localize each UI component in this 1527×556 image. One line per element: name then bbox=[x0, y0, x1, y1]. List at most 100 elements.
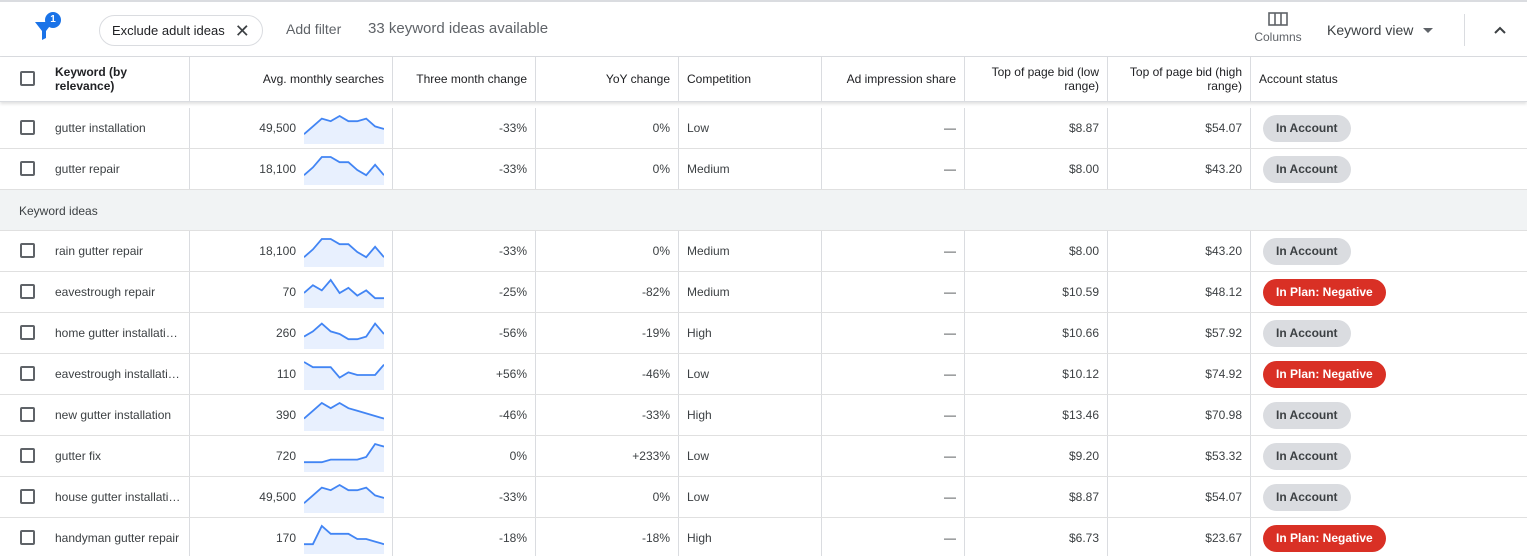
column-divider bbox=[1107, 231, 1108, 271]
column-divider bbox=[1250, 272, 1251, 312]
header-bid-high[interactable]: Top of page bid (high range) bbox=[1108, 57, 1242, 101]
row-checkbox[interactable] bbox=[20, 243, 35, 258]
column-divider bbox=[821, 477, 822, 517]
row-checkbox[interactable] bbox=[20, 284, 35, 299]
select-all-checkbox[interactable] bbox=[20, 71, 35, 86]
column-divider bbox=[678, 231, 679, 271]
impression-share-cell: — bbox=[944, 531, 956, 545]
column-divider bbox=[821, 272, 822, 312]
table-row[interactable]: gutter repair 18,100 -33% 0% Medium — $8.00 $43… bbox=[0, 149, 1527, 190]
impression-share-cell: — bbox=[944, 326, 956, 340]
column-divider bbox=[1107, 518, 1108, 556]
bid-high-cell: $43.20 bbox=[1205, 244, 1242, 258]
keyword-cell: handyman gutter repair bbox=[55, 531, 180, 545]
table-row[interactable]: handyman gutter repair 170 -18% -18% High — $6… bbox=[0, 518, 1527, 556]
row-checkbox[interactable] bbox=[20, 489, 35, 504]
column-divider bbox=[1250, 313, 1251, 353]
three-month-change-cell: +56% bbox=[495, 367, 527, 381]
competition-cell: Medium bbox=[687, 285, 730, 299]
keyword-view-dropdown[interactable]: Keyword view bbox=[1327, 22, 1434, 38]
header-competition[interactable]: Competition bbox=[687, 57, 817, 101]
status-badge[interactable]: In Account bbox=[1263, 402, 1351, 429]
column-divider bbox=[678, 108, 679, 148]
status-badge[interactable]: In Plan: Negative bbox=[1263, 361, 1386, 388]
column-divider bbox=[535, 436, 536, 476]
competition-cell: Medium bbox=[687, 162, 730, 176]
header-account-status[interactable]: Account status bbox=[1259, 57, 1399, 101]
three-month-change-cell: -33% bbox=[498, 244, 527, 258]
row-checkbox[interactable] bbox=[20, 407, 35, 422]
close-icon[interactable]: ✕ bbox=[235, 22, 250, 40]
row-checkbox[interactable] bbox=[20, 530, 35, 545]
table-row[interactable]: home gutter installati… 260 -56% -19% High — $… bbox=[0, 313, 1527, 354]
row-checkbox[interactable] bbox=[20, 325, 35, 340]
yoy-change-cell: +233% bbox=[632, 449, 670, 463]
table-row[interactable]: new gutter installation 390 -46% -33% High — $… bbox=[0, 395, 1527, 436]
status-badge[interactable]: In Account bbox=[1263, 156, 1351, 183]
sparkline-area bbox=[304, 116, 384, 144]
chip-label: Exclude adult ideas bbox=[112, 23, 225, 38]
status-badge[interactable]: In Account bbox=[1263, 238, 1351, 265]
column-divider bbox=[678, 57, 679, 101]
bid-high-cell: $43.20 bbox=[1205, 162, 1242, 176]
row-checkbox[interactable] bbox=[20, 448, 35, 463]
status-badge[interactable]: In Account bbox=[1263, 484, 1351, 511]
column-divider bbox=[678, 354, 679, 394]
yoy-change-cell: -46% bbox=[641, 367, 670, 381]
three-month-change-cell: -18% bbox=[498, 531, 527, 545]
column-divider bbox=[189, 272, 190, 312]
competition-cell: High bbox=[687, 408, 712, 422]
status-badge[interactable]: In Account bbox=[1263, 320, 1351, 347]
header-keyword[interactable]: Keyword (by relevance) bbox=[55, 57, 185, 101]
column-divider bbox=[535, 313, 536, 353]
keyword-cell: rain gutter repair bbox=[55, 244, 144, 258]
column-divider bbox=[535, 395, 536, 435]
toolbar: 1 Exclude adult ideas ✕ Add filter 33 ke… bbox=[0, 0, 1527, 57]
bid-low-cell: $8.87 bbox=[1068, 490, 1099, 504]
columns-button[interactable]: Columns bbox=[1250, 12, 1306, 44]
table-row[interactable]: house gutter installati… 49,500 -33% 0% Low —… bbox=[0, 477, 1527, 518]
impression-share-cell: — bbox=[944, 285, 956, 299]
row-checkbox[interactable] bbox=[20, 161, 35, 176]
column-divider bbox=[964, 313, 965, 353]
status-badge[interactable]: In Account bbox=[1263, 443, 1351, 470]
avg-searches-cell: 170 bbox=[275, 531, 296, 545]
sparkline-area bbox=[304, 157, 384, 185]
header-avg-searches[interactable]: Avg. monthly searches bbox=[190, 57, 384, 101]
column-divider bbox=[392, 149, 393, 189]
header-yoy[interactable]: YoY change bbox=[536, 57, 670, 101]
chevron-up-icon[interactable] bbox=[1492, 22, 1508, 38]
table-row[interactable]: rain gutter repair 18,100 -33% 0% Medium — $8.… bbox=[0, 231, 1527, 272]
column-divider bbox=[964, 518, 965, 556]
status-badge[interactable]: In Account bbox=[1263, 115, 1351, 142]
impression-share-cell: — bbox=[944, 449, 956, 463]
three-month-change-cell: -56% bbox=[498, 326, 527, 340]
header-impression-share[interactable]: Ad impression share bbox=[822, 57, 956, 101]
column-divider bbox=[189, 436, 190, 476]
table-row[interactable]: eavestrough repair 70 -25% -82% Medium — $10.5… bbox=[0, 272, 1527, 313]
header-bid-low[interactable]: Top of page bid (low range) bbox=[965, 57, 1099, 101]
competition-cell: High bbox=[687, 531, 712, 545]
table-row[interactable]: eavestrough installati… 110 +56% -46% Low — $1… bbox=[0, 354, 1527, 395]
column-divider bbox=[1107, 395, 1108, 435]
table-header: Keyword (by relevance) Avg. monthly sear… bbox=[0, 57, 1527, 102]
column-divider bbox=[821, 395, 822, 435]
column-divider bbox=[535, 354, 536, 394]
impression-share-cell: — bbox=[944, 490, 956, 504]
yoy-change-cell: 0% bbox=[652, 121, 670, 135]
add-filter-button[interactable]: Add filter bbox=[286, 21, 341, 37]
status-badge[interactable]: In Plan: Negative bbox=[1263, 279, 1386, 306]
row-checkbox[interactable] bbox=[20, 366, 35, 381]
trend-sparkline bbox=[304, 238, 384, 267]
yoy-change-cell: -18% bbox=[641, 531, 670, 545]
bid-low-cell: $10.66 bbox=[1062, 326, 1099, 340]
column-divider bbox=[964, 272, 965, 312]
table-row[interactable]: gutter fix 720 0% +233% Low — $9.20 $53.32 In Ac… bbox=[0, 436, 1527, 477]
header-three-month[interactable]: Three month change bbox=[393, 57, 527, 101]
table-row[interactable]: gutter installation 49,500 -33% 0% Low — $8.87… bbox=[0, 108, 1527, 149]
column-divider bbox=[678, 149, 679, 189]
status-badge[interactable]: In Plan: Negative bbox=[1263, 525, 1386, 552]
three-month-change-cell: 0% bbox=[509, 449, 527, 463]
exclude-adult-chip[interactable]: Exclude adult ideas ✕ bbox=[99, 15, 263, 46]
row-checkbox[interactable] bbox=[20, 120, 35, 135]
